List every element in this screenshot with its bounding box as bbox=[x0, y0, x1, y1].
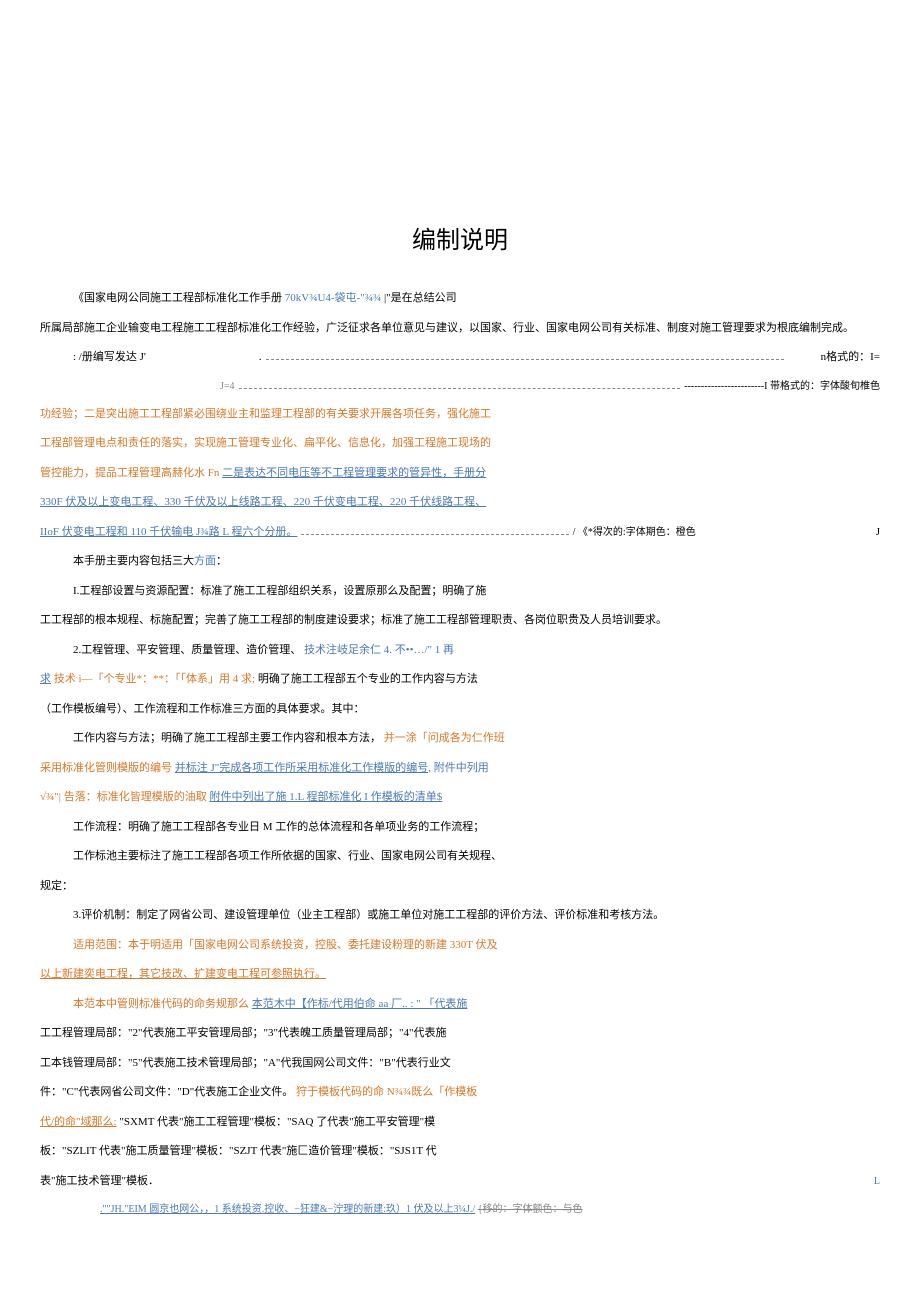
line-formatted: J=4 ------------------------I 带格式的：字体酸旬椎… bbox=[40, 374, 880, 399]
text-blue-underline: 附件中列出了施 1.L 程部标准化 I 作模板的清单$ bbox=[209, 791, 442, 803]
paragraph: 管控能力，提品工程管理高赫化水 Fn 二是表达不同电压等不工程管理要求的管异性，… bbox=[40, 460, 880, 488]
paragraph: 求 技术 i—「个专业*：**：「「体系」用 4 求; 明确了施工工程部五个专业… bbox=[40, 666, 880, 694]
paragraph-blue: 330F 伏及以上变电工程、330 千伏及以上线路工程、220 千伏变电工程、2… bbox=[40, 489, 880, 517]
text-blue-underline: 二是表达不同电压等不工程管理要求的管异性，手册分 bbox=[222, 467, 486, 479]
text: 件："C"代表网省公司文件："D"代表施工企业文件。 bbox=[40, 1086, 293, 1098]
paragraph: .""JH."EIM 圆京也网公，，1 系统投资.控收、−狂建&−泞理的新建:玖… bbox=[40, 1197, 880, 1222]
paragraph: 规定： bbox=[40, 873, 880, 901]
page-title: 编制说明 bbox=[40, 220, 880, 255]
text: ： bbox=[216, 555, 227, 567]
text-orange: 狩于模板代码的命 N¾¾既么「作模板 bbox=[296, 1086, 477, 1098]
text-blue-underline: 求 bbox=[40, 673, 51, 685]
text-orange-underline: 代/的命"域那么: bbox=[40, 1116, 117, 1128]
paragraph: 工本钱管理局部："5"代表施工技术管理局部；"A"代我国网公司文件："B"代表行… bbox=[40, 1050, 880, 1078]
paragraph: 2.工程管理、平安管理、质量管理、造价管理、 技术注岐足余仁 4. 不••…/"… bbox=[40, 637, 880, 665]
paragraph: 《国家电网公同施工工程部标准化工作手册 70kV¾U4-袋屯-"¾¾ |"是在总… bbox=[40, 285, 880, 313]
text: 本手册主要内容包括三大 bbox=[73, 555, 194, 567]
text-orange: √¾"| 告落：标准化皆理模版的油取 bbox=[40, 791, 207, 803]
text-blue: 方面 bbox=[194, 555, 216, 567]
paragraph: 3.评价机制：制定了网省公司、建设管理单位（业主工程部）或施工单位对施工工程部的… bbox=[40, 902, 880, 930]
text: 工作内容与方法；明确了施工工程部主要工作内容和根本方法， bbox=[73, 732, 381, 744]
text-orange: 本范本中管则标准代码的命务规那么 bbox=[73, 998, 249, 1010]
text-blue: 70kV¾U4-袋屯-"¾¾ bbox=[285, 292, 381, 304]
paragraph: I.工程部设置与资源配置：标准了施工工程部组织关系，设置原那么及配置；明确了施 bbox=[40, 578, 880, 606]
paragraph-line: 表"施工技术管理"模板． L bbox=[40, 1168, 880, 1196]
text: J bbox=[876, 519, 880, 547]
paragraph: 本范本中管则标准代码的命务规那么 本范木中【作标/代用伯命 aa 厂.. : "… bbox=[40, 991, 880, 1019]
paragraph: 代/的命"域那么: "SXMT 代表"施工工程管理"模板："SAQ 了代表"施工… bbox=[40, 1109, 880, 1137]
format-note: ------------------------I 带格式的：字体酸旬椎色 bbox=[684, 374, 880, 399]
text: : /册编写发达 J' bbox=[40, 344, 146, 372]
paragraph: 板："SZLIT 代表"施工质量管理"模板："SZJT 代表"施匚造价管理"模板… bbox=[40, 1138, 880, 1166]
paragraph: 本手册主要内容包括三大方面： bbox=[40, 548, 880, 576]
paragraph: √¾"| 告落：标准化皆理模版的油取 附件中列出了施 1.L 程部标准化 I 作… bbox=[40, 784, 880, 812]
paragraph: （工作模板编号）、工作流程和工作标准三方面的具体要求。其中： bbox=[40, 696, 880, 724]
text: 《国家电网公同施工工程部标准化工作手册 bbox=[73, 292, 285, 304]
text-orange: 并一涂「问成各为仁作班 bbox=[384, 732, 505, 744]
paragraph: 工作流程：明确了施工工程部各专业日 M 工作的总体流程和各单项业务的工作流程； bbox=[40, 814, 880, 842]
text-blue-underline: 并标注 J"完成各项工作所采用标准化工作模版的编号, bbox=[175, 762, 431, 774]
text: |"是在总结公司 bbox=[384, 292, 457, 304]
text-orange: 管控能力，提品工程管理高赫化水 Fn bbox=[40, 467, 219, 479]
text: "SXMT 代表"施工工程管理"模板："SAQ 了代表"施工平安管理"模 bbox=[119, 1116, 435, 1128]
text: J=4 bbox=[220, 374, 235, 399]
paragraph: 件："C"代表网省公司文件："D"代表施工企业文件。 狩于模板代码的命 N¾¾既… bbox=[40, 1079, 880, 1107]
text: 表"施工技术管理"模板． bbox=[40, 1168, 159, 1196]
format-note: / 《*得次的:字体期色：橙色 bbox=[573, 520, 696, 545]
text-orange: 技术 i—「个专业*：**：「「体系」用 4 求; bbox=[54, 673, 255, 685]
paragraph-orange: 以上新建奕电工程，其它技改、扩建变电工程可参照执行。 bbox=[40, 961, 880, 989]
paragraph: 工工程管理局部："2"代表施工平安管理局部；"3"代表魄工质量管理局部；"4"代… bbox=[40, 1020, 880, 1048]
format-note: n格式的：I= bbox=[788, 344, 880, 372]
text-mark: L bbox=[874, 1169, 880, 1194]
text-strike: {移的：字体额色：与色 bbox=[478, 1204, 583, 1215]
paragraph-orange: 适用范围：本于明适用「国家电网公司系统投资，控股、委托建设粉理的新建 330T … bbox=[40, 932, 880, 960]
paragraph: 所属局部施工企业输变电工程施工工程部标准化工作经验，广泛征求各单位意见与建议，以… bbox=[40, 315, 880, 343]
text-orange: 采用标准化管则模版的编号 bbox=[40, 762, 172, 774]
paragraph-orange: 工程部管理电点和责任的落实，实现施工管理专业化、扁平化、信息化，加强工程施工现场… bbox=[40, 430, 880, 458]
paragraph: 采用标准化管则模版的编号 并标注 J"完成各项工作所采用标准化工作模版的编号, … bbox=[40, 755, 880, 783]
text: . bbox=[226, 344, 262, 372]
text: 明确了施工工程部五个专业的工作内容与方法 bbox=[258, 673, 478, 685]
paragraph-line: IIoF 伏变电工程和 110 千伏输电 J¾路 L 程六个分册。 / 《*得次… bbox=[40, 519, 880, 547]
text-blue-underline: .""JH."EIM 圆京也网公，，1 系统投资.控收、−狂建&−泞理的新建:玖… bbox=[100, 1204, 475, 1215]
paragraph: 工工程部的根本规程、标施配置；完善了施工工程部的制度建设要求；标准了施工工程部管… bbox=[40, 607, 880, 635]
text-blue-underline: IIoF 伏变电工程和 110 千伏输电 J¾路 L 程六个分册。 bbox=[40, 519, 297, 547]
line-formatted: : /册编写发达 J' . n格式的：I= bbox=[40, 344, 880, 372]
paragraph: 工作标池主要标注了施工工程部各项工作所依据的国家、行业、国家电网公司有关规程、 bbox=[40, 843, 880, 871]
paragraph-orange: 功经验；二是突出施工工程部紧必围绕业主和监理工程部的有关要求开展各项任务，强化施… bbox=[40, 401, 880, 429]
paragraph: 工作内容与方法；明确了施工工程部主要工作内容和根本方法， 并一涂「问成各为仁作班 bbox=[40, 725, 880, 753]
text-blue: 附件中列用 bbox=[434, 762, 489, 774]
text: 2.工程管理、平安管理、质量管理、造价管理、 bbox=[73, 644, 301, 656]
text-blue-underline: 本范木中【作标/代用伯命 aa 厂.. : " 「代表施 bbox=[252, 998, 468, 1010]
text-blue: 技术注岐足余仁 4. 不••…/" 1 再 bbox=[304, 644, 454, 656]
